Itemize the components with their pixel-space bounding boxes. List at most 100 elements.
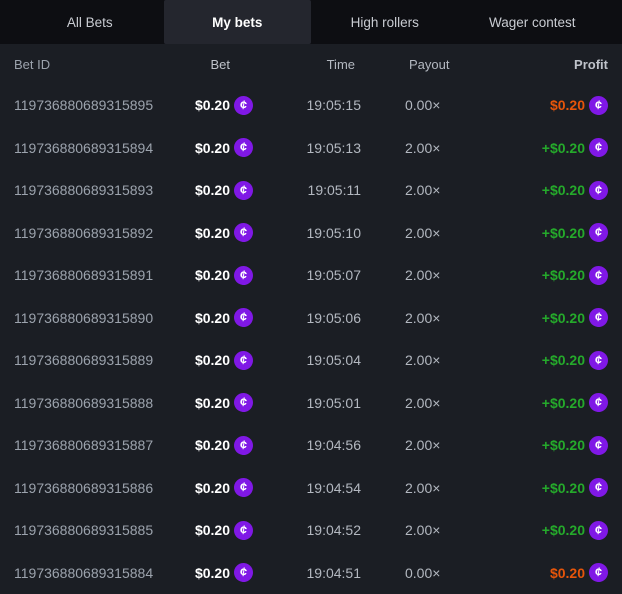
bet-id[interactable]: 119736880689315894 xyxy=(14,140,184,156)
bet-profit: +$0.20 xyxy=(542,225,585,241)
bet-time: 19:04:56 xyxy=(253,437,361,453)
bet-id[interactable]: 119736880689315891 xyxy=(14,267,184,283)
bet-id[interactable]: 119736880689315888 xyxy=(14,395,184,411)
bet-amount: $0.20 xyxy=(195,480,230,496)
bet-amount: $0.20 xyxy=(195,97,230,113)
cent-coin-icon: ¢ xyxy=(233,137,254,158)
cent-coin-icon: ¢ xyxy=(233,562,254,583)
cent-coin-icon: ¢ xyxy=(588,265,609,286)
bet-id[interactable]: 119736880689315886 xyxy=(14,480,184,496)
bet-amount: $0.20 xyxy=(195,182,230,198)
bet-time: 19:05:06 xyxy=(253,310,361,326)
bet-row[interactable]: 119736880689315893$0.20¢19:05:112.00×+$0… xyxy=(0,169,622,212)
bet-amount-cell: $0.20¢ xyxy=(184,181,253,200)
bet-row[interactable]: 119736880689315888$0.20¢19:05:012.00×+$0… xyxy=(0,382,622,425)
bet-time: 19:05:04 xyxy=(253,352,361,368)
bet-payout: 2.00× xyxy=(361,522,511,538)
cent-coin-icon: ¢ xyxy=(588,95,609,116)
bet-amount: $0.20 xyxy=(195,565,230,581)
cent-coin-icon: ¢ xyxy=(588,222,609,243)
bet-payout: 2.00× xyxy=(361,182,511,198)
bet-profit: +$0.20 xyxy=(542,522,585,538)
bet-amount: $0.20 xyxy=(195,522,230,538)
bet-amount-cell: $0.20¢ xyxy=(184,138,253,157)
bet-id[interactable]: 119736880689315895 xyxy=(14,97,184,113)
cent-coin-icon: ¢ xyxy=(233,520,254,541)
bet-time: 19:05:01 xyxy=(253,395,361,411)
bet-profit-cell: $0.20¢ xyxy=(511,563,608,582)
bet-time: 19:05:11 xyxy=(253,182,361,198)
bet-profit-cell: +$0.20¢ xyxy=(511,436,608,455)
bet-profit-cell: +$0.20¢ xyxy=(511,393,608,412)
bet-amount-cell: $0.20¢ xyxy=(184,521,253,540)
bet-time: 19:05:10 xyxy=(253,225,361,241)
bet-row[interactable]: 119736880689315884$0.20¢19:04:510.00×$0.… xyxy=(0,552,622,594)
bet-amount-cell: $0.20¢ xyxy=(184,308,253,327)
bet-profit-cell: +$0.20¢ xyxy=(511,351,608,370)
bets-table-body: 119736880689315895$0.20¢19:05:150.00×$0.… xyxy=(0,84,622,594)
bet-id[interactable]: 119736880689315892 xyxy=(14,225,184,241)
cent-coin-icon: ¢ xyxy=(233,307,254,328)
cent-coin-icon: ¢ xyxy=(233,265,254,286)
cent-coin-icon: ¢ xyxy=(588,562,609,583)
bet-row[interactable]: 119736880689315887$0.20¢19:04:562.00×+$0… xyxy=(0,424,622,467)
tab-wager-contest[interactable]: Wager contest xyxy=(459,0,607,44)
cent-coin-icon: ¢ xyxy=(588,392,609,413)
bet-row[interactable]: 119736880689315886$0.20¢19:04:542.00×+$0… xyxy=(0,467,622,510)
header-time: Time xyxy=(253,57,361,72)
bet-profit-cell: +$0.20¢ xyxy=(511,266,608,285)
bet-row[interactable]: 119736880689315891$0.20¢19:05:072.00×+$0… xyxy=(0,254,622,297)
bet-id[interactable]: 119736880689315889 xyxy=(14,352,184,368)
bet-amount-cell: $0.20¢ xyxy=(184,96,253,115)
bet-amount-cell: $0.20¢ xyxy=(184,351,253,370)
bet-profit: +$0.20 xyxy=(542,395,585,411)
bet-id[interactable]: 119736880689315885 xyxy=(14,522,184,538)
bet-payout: 2.00× xyxy=(361,140,511,156)
bet-profit-cell: +$0.20¢ xyxy=(511,308,608,327)
bet-profit: +$0.20 xyxy=(542,140,585,156)
bet-amount: $0.20 xyxy=(195,395,230,411)
bet-payout: 2.00× xyxy=(361,395,511,411)
bet-row[interactable]: 119736880689315892$0.20¢19:05:102.00× +$0… xyxy=(0,212,622,255)
bet-time: 19:05:13 xyxy=(253,140,361,156)
cent-coin-icon: ¢ xyxy=(233,477,254,498)
bet-payout: 2.00× xyxy=(361,310,511,326)
bet-amount-cell: $0.20¢ xyxy=(184,223,253,242)
cent-coin-icon: ¢ xyxy=(588,350,609,371)
header-payout: Payout xyxy=(361,57,511,72)
bet-row[interactable]: 119736880689315895$0.20¢19:05:150.00×$0.… xyxy=(0,84,622,127)
bet-amount: $0.20 xyxy=(195,267,230,283)
tab-high-rollers[interactable]: High rollers xyxy=(311,0,459,44)
bet-profit: +$0.20 xyxy=(542,310,585,326)
bet-time: 19:05:15 xyxy=(253,97,361,113)
bet-row[interactable]: 119736880689315889$0.20¢19:05:042.00×+$0… xyxy=(0,339,622,382)
bet-amount-cell: $0.20¢ xyxy=(184,393,253,412)
bet-payout: 2.00× xyxy=(361,437,511,453)
bet-profit: +$0.20 xyxy=(542,352,585,368)
header-bet-id: Bet ID xyxy=(14,57,184,72)
bet-id[interactable]: 119736880689315890 xyxy=(14,310,184,326)
bet-profit-cell: +$0.20¢ xyxy=(511,478,608,497)
bet-id[interactable]: 119736880689315887 xyxy=(14,437,184,453)
bet-profit: +$0.20 xyxy=(542,480,585,496)
bet-profit-cell: +$0.20¢ xyxy=(511,138,608,157)
cent-coin-icon: ¢ xyxy=(588,477,609,498)
bet-row[interactable]: 119736880689315894$0.20¢19:05:132.00×+$0… xyxy=(0,127,622,170)
bets-tabs: All BetsMy betsHigh rollersWager contest xyxy=(0,0,622,44)
bet-profit-cell: $0.20¢ xyxy=(511,96,608,115)
bet-payout: 2.00× xyxy=(361,352,511,368)
bet-amount-cell: $0.20¢ xyxy=(184,478,253,497)
cent-coin-icon: ¢ xyxy=(233,95,254,116)
bet-amount: $0.20 xyxy=(195,352,230,368)
bet-payout: 2.00× xyxy=(361,225,511,241)
bet-id[interactable]: 119736880689315893 xyxy=(14,182,184,198)
tab-all-bets[interactable]: All Bets xyxy=(16,0,164,44)
bet-row[interactable]: 119736880689315885$0.20¢19:04:522.00×+$0… xyxy=(0,509,622,552)
bet-profit: $0.20 xyxy=(550,97,585,113)
bet-payout: 2.00× xyxy=(361,267,511,283)
bet-profit: +$0.20 xyxy=(542,267,585,283)
tab-my-bets[interactable]: My bets xyxy=(164,0,312,44)
bet-payout: 0.00× xyxy=(361,97,511,113)
bet-id[interactable]: 119736880689315884 xyxy=(14,565,184,581)
bet-row[interactable]: 119736880689315890$0.20¢19:05:062.00×+$0… xyxy=(0,297,622,340)
